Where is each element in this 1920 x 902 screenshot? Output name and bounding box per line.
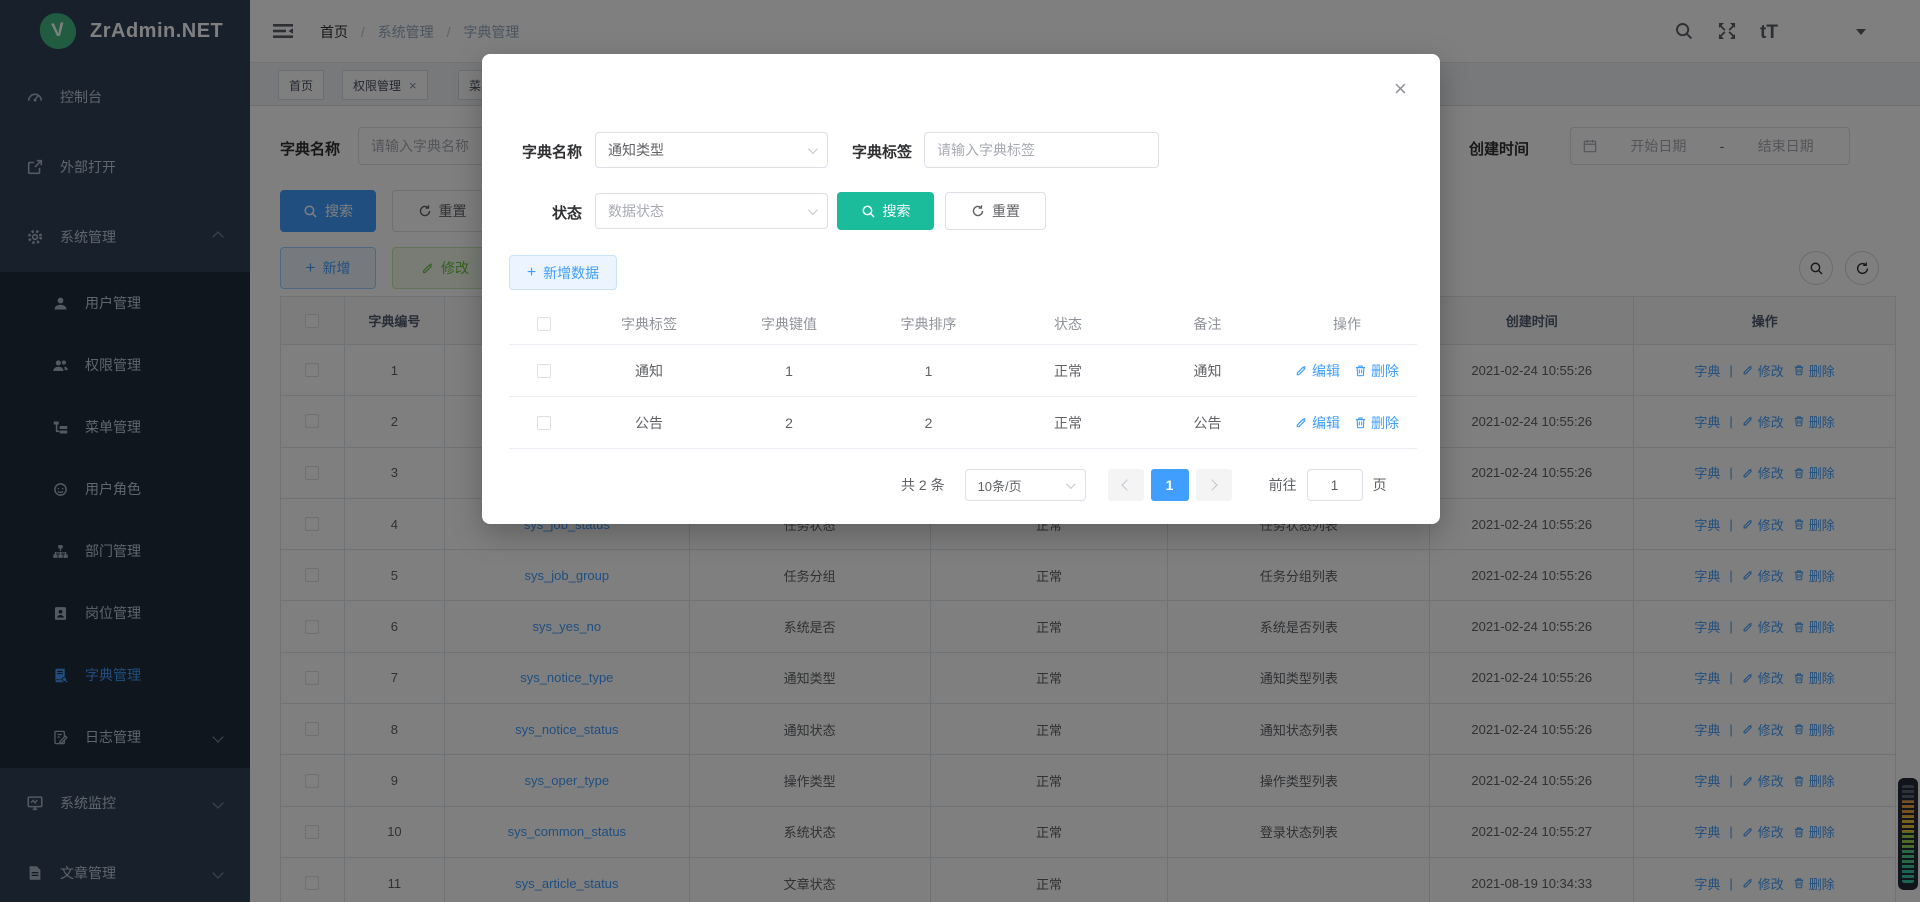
- dict-key-cell: 1: [719, 363, 859, 379]
- dialog-table-row: 通知 1 1 正常 通知 编辑 删除: [509, 344, 1417, 396]
- dict-data-dialog: × 字典名称 通知类型 字典标签 请输入字典标签 状态 数据状态 搜索 重置 +…: [482, 54, 1440, 524]
- dialog-table-row: 公告 2 2 正常 公告 编辑 删除: [509, 396, 1417, 448]
- chevron-down-icon: [808, 144, 818, 154]
- dialog-close-icon[interactable]: ×: [1394, 78, 1407, 100]
- dialog-status-select[interactable]: 数据状态: [595, 193, 828, 229]
- chevron-down-icon: [808, 205, 818, 215]
- next-page-button[interactable]: [1196, 469, 1232, 501]
- dict-sort-cell: 2: [859, 415, 998, 431]
- dialog-reset-button[interactable]: 重置: [945, 192, 1046, 230]
- dialog-table: 字典标签 字典键值 字典排序 状态 备注 操作 通知 1 1 正常 通知: [509, 304, 1417, 449]
- dialog-table-body: 通知 1 1 正常 通知 编辑 删除 公告: [509, 344, 1417, 448]
- goto-page-input[interactable]: 1: [1307, 469, 1363, 501]
- row-actions: 编辑 删除: [1277, 361, 1417, 381]
- pagination-total: 共 2 条: [901, 475, 945, 495]
- remark-cell: 通知: [1138, 361, 1277, 381]
- dialog-table-header: 字典标签 字典键值 字典排序 状态 备注 操作: [509, 304, 1417, 344]
- status-cell: 正常: [998, 361, 1138, 381]
- dialog-dict-label-input[interactable]: 请输入字典标签: [924, 132, 1159, 168]
- edit-row-link[interactable]: 编辑: [1295, 413, 1340, 433]
- dialog-dict-label-label: 字典标签: [822, 141, 912, 162]
- prev-page-button[interactable]: [1108, 469, 1144, 501]
- dialog-status-label: 状态: [492, 202, 582, 223]
- dialog-add-data-button[interactable]: + 新增数据: [509, 255, 617, 290]
- dict-label-cell: 公告: [579, 413, 719, 433]
- dialog-search-button[interactable]: 搜索: [837, 192, 934, 230]
- delete-row-link[interactable]: 删除: [1354, 413, 1399, 433]
- status-cell: 正常: [998, 413, 1138, 433]
- page-size-select[interactable]: 10条/页: [965, 469, 1086, 501]
- row-checkbox[interactable]: [537, 416, 551, 430]
- dict-key-cell: 2: [719, 415, 859, 431]
- dialog-pagination: 共 2 条 10条/页 1 前往 1 页: [901, 469, 1387, 501]
- row-checkbox[interactable]: [537, 364, 551, 378]
- goto-label: 前往: [1269, 475, 1297, 495]
- plus-icon: +: [527, 264, 536, 282]
- chevron-down-icon: [1066, 479, 1076, 489]
- row-actions: 编辑 删除: [1277, 413, 1417, 433]
- dialog-dict-name-label: 字典名称: [492, 141, 582, 162]
- dict-label-cell: 通知: [579, 361, 719, 381]
- dict-sort-cell: 1: [859, 363, 998, 379]
- remark-cell: 公告: [1138, 413, 1277, 433]
- goto-unit: 页: [1373, 475, 1387, 495]
- current-page-button[interactable]: 1: [1151, 469, 1189, 501]
- delete-row-link[interactable]: 删除: [1354, 361, 1399, 381]
- app-root: V ZrAdmin.NET 控制台 外部打开 系统管理: [0, 0, 1920, 902]
- select-all-checkbox[interactable]: [537, 317, 551, 331]
- dialog-dict-name-select[interactable]: 通知类型: [595, 132, 828, 168]
- edit-row-link[interactable]: 编辑: [1295, 361, 1340, 381]
